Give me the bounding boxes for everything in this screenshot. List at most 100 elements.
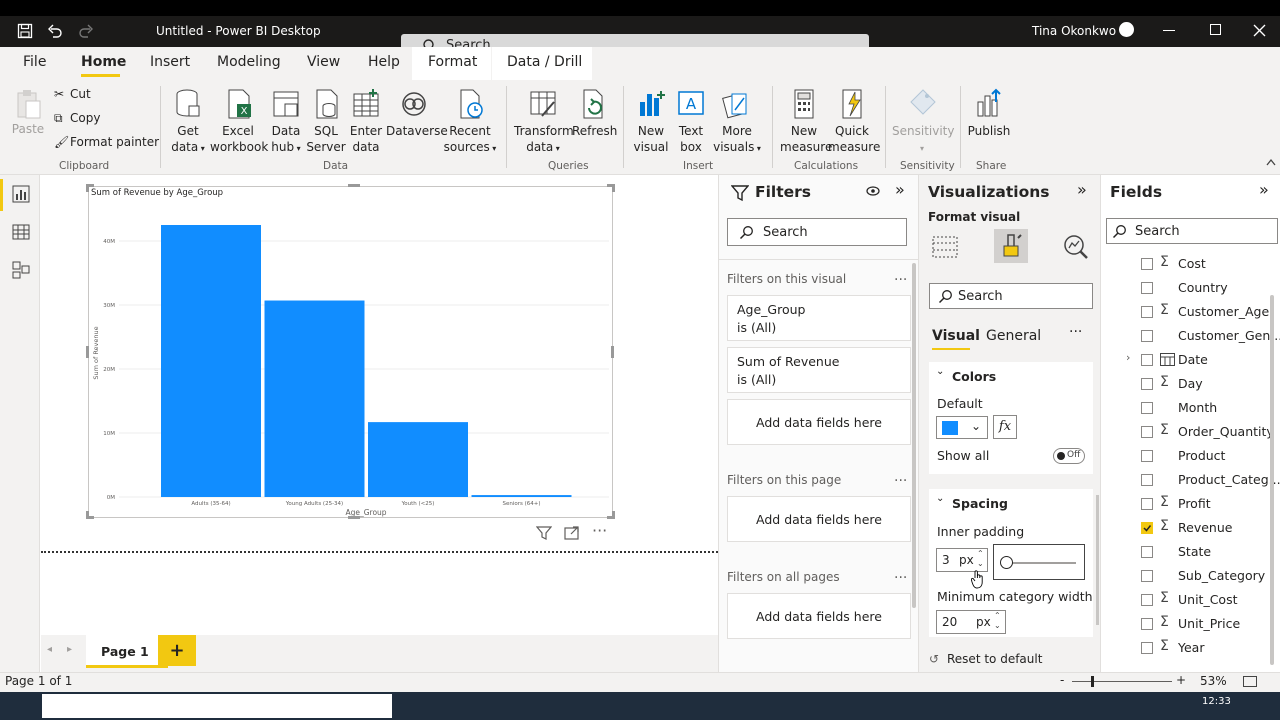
tab-modeling[interactable]: Modeling [217,54,281,70]
resize-handle-left[interactable] [86,346,89,358]
collapse-visualizations-icon[interactable]: » [1077,180,1087,199]
table-view-icon[interactable] [12,223,30,241]
zoom-in-button[interactable]: + [1176,673,1186,687]
bar-chart[interactable]: Sum of Revenue by Age_Group 0M 10M 20M 30M 40… [89,187,614,519]
resize-handle-bottom[interactable] [348,516,360,519]
field-checkbox[interactable] [1141,642,1153,654]
taskbar-search[interactable] [42,694,392,718]
filter-card-age-group[interactable]: Age_Group is (All) [727,295,911,341]
resize-handle-tl[interactable] [86,184,94,192]
field-checkbox[interactable] [1141,498,1153,510]
format-painter-button[interactable]: 🖌Format painter [54,135,159,149]
zoom-slider-track[interactable] [1072,681,1172,682]
report-canvas[interactable]: Sum of Revenue by Age_Group 0M 10M 20M 30M 40… [41,175,718,635]
text-box-button[interactable]: A Text box [672,88,710,155]
min-category-width-input[interactable]: 20 px ⌃ ⌄ [936,610,1006,634]
inner-padding-slider[interactable] [993,544,1085,580]
zoom-level[interactable]: 53% [1200,674,1227,688]
get-data-button[interactable]: Get data ▾ [168,88,208,157]
more-options-icon[interactable]: ··· [1069,324,1082,340]
resize-handle-top[interactable] [348,184,360,187]
resize-handle-tr[interactable] [607,184,615,192]
model-view-icon[interactable] [12,261,30,279]
collapse-filters-icon[interactable]: » [895,180,905,199]
more-options-icon[interactable]: ... [894,469,907,485]
tab-home[interactable]: Home [81,54,126,70]
visual-container[interactable]: Sum of Revenue by Age_Group 0M 10M 20M 30M 40… [88,186,613,518]
chevron-down-icon[interactable]: ⌄ [936,493,944,504]
restore-icon[interactable] [1210,24,1221,35]
field-checkbox[interactable] [1141,282,1153,294]
field-checkbox[interactable] [1141,474,1153,486]
filters-scrollbar[interactable] [912,263,916,608]
colors-section-title[interactable]: Colors [952,369,996,384]
collapse-fields-icon[interactable]: » [1259,180,1269,199]
field-checkbox[interactable] [1141,330,1153,342]
field-checkbox[interactable] [1141,594,1153,606]
more-visuals-button[interactable]: More visuals ▾ [710,88,764,157]
minimize-icon[interactable] [1163,30,1175,31]
filter-icon[interactable] [536,525,552,541]
field-checkbox[interactable] [1141,426,1153,438]
field-checkbox[interactable] [1141,570,1153,582]
more-options-icon[interactable]: ... [894,268,907,284]
save-icon[interactable] [17,23,33,39]
redo-icon[interactable] [78,23,94,39]
collapse-ribbon-icon[interactable] [1266,158,1276,166]
avatar[interactable] [1119,22,1134,37]
eye-icon[interactable] [866,185,880,197]
expand-chevron-icon[interactable]: › [1126,351,1130,364]
reset-to-default-button[interactable]: ↺ Reset to default [929,652,1042,666]
add-data-fields-page[interactable]: Add data fields here [727,496,911,542]
cut-button[interactable]: ✂ Cut [54,87,91,101]
slider-thumb[interactable] [1000,556,1013,569]
build-visual-icon[interactable] [932,235,958,259]
close-icon[interactable] [1253,24,1266,37]
tab-view[interactable]: View [307,54,340,70]
enter-data-button[interactable]: Enter data [346,88,386,155]
default-color-picker[interactable]: ⌄ [936,416,988,439]
more-options-icon[interactable]: ··· [592,521,607,540]
resize-handle-right[interactable] [611,346,614,358]
more-options-icon[interactable]: ... [894,566,907,582]
fields-scrollbar[interactable] [1270,295,1274,665]
zoom-out-button[interactable]: - [1060,673,1064,687]
field-checkbox[interactable] [1141,450,1153,462]
field-checkbox[interactable] [1141,402,1153,414]
field-checkbox[interactable] [1141,306,1153,318]
focus-mode-icon[interactable] [564,525,580,541]
tab-visual[interactable]: Visual [932,328,980,344]
fx-conditional-format-button[interactable]: fx [993,415,1017,439]
refresh-button[interactable]: Refresh [572,88,617,139]
new-measure-button[interactable]: New measure [780,88,832,155]
dataverse-button[interactable]: Dataverse [386,88,448,139]
add-data-fields-visual[interactable]: Add data fields here [727,399,911,445]
add-data-fields-all-pages[interactable]: Add data fields here [727,593,911,639]
stepper-arrows-icon[interactable]: ⌃ ⌄ [977,549,984,569]
tab-file[interactable]: File [23,54,46,70]
quick-measure-button[interactable]: Quick measure [828,88,880,155]
show-all-toggle[interactable]: Off [1053,448,1085,464]
tab-insert[interactable]: Insert [150,54,190,70]
next-page-icon[interactable]: ▸ [67,644,72,655]
field-checkbox[interactable] [1141,618,1153,630]
field-checkbox[interactable] [1141,546,1153,558]
tab-general[interactable]: General [986,328,1041,344]
sensitivity-button[interactable]: Sensitivity ▾ [892,88,954,157]
fit-to-page-icon[interactable] [1243,676,1257,687]
fields-search-input[interactable]: Search [1106,218,1278,244]
data-hub-button[interactable]: Data hub ▾ [266,88,306,157]
tab-data-drill[interactable]: Data / Drill [507,54,582,70]
page-tab-page-1[interactable]: Page 1 [86,635,168,668]
paste-button[interactable]: Paste [10,88,46,137]
copy-button[interactable]: ⧉ Copy [54,111,100,126]
prev-page-icon[interactable]: ◂ [47,644,52,655]
resize-handle-bl[interactable] [86,511,94,519]
add-page-button[interactable]: + [158,635,196,666]
sql-server-button[interactable]: SQL Server [306,88,346,155]
field-checkbox[interactable] [1141,258,1153,270]
visualizations-search-input[interactable]: Search [929,283,1093,309]
report-view-icon[interactable] [12,185,30,203]
filter-card-sum-of-revenue[interactable]: Sum of Revenue is (All) [727,347,911,393]
spacing-section-title[interactable]: Spacing [952,496,1008,511]
